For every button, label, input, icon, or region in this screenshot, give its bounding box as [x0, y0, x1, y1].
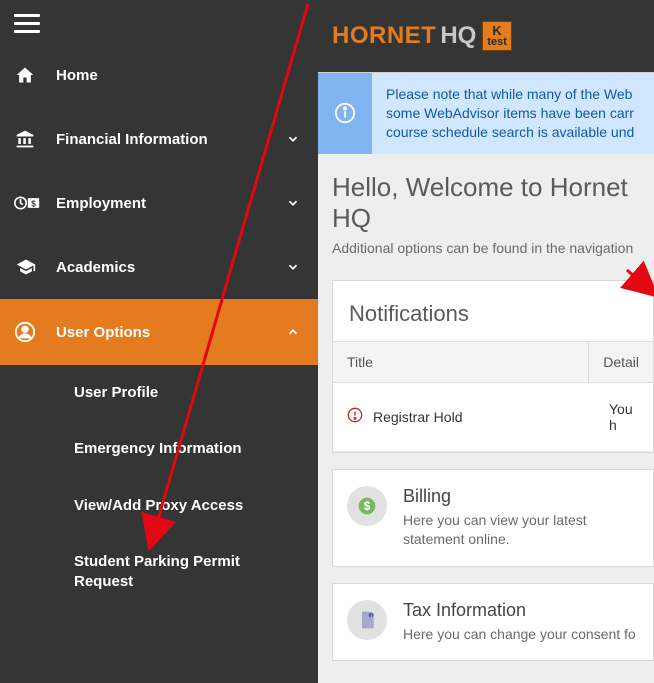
sidebar-sub-parking-permit[interactable]: Student Parking Permit Request	[0, 534, 318, 611]
home-icon	[14, 65, 56, 85]
sidebar-item-label: Academics	[56, 259, 286, 276]
sidebar-item-user-options[interactable]: User Options	[0, 299, 318, 365]
notifications-heading: Notifications	[333, 281, 653, 341]
page-title: Hello, Welcome to Hornet HQ	[332, 172, 640, 234]
info-banner-text: Please note that while many of the Web s…	[372, 73, 644, 154]
chevron-down-icon	[286, 132, 300, 146]
notification-title: Registrar Hold	[373, 409, 462, 425]
notifications-table-header: Title Detail	[333, 341, 653, 383]
sidebar-item-label: Home	[56, 67, 300, 84]
col-title: Title	[333, 342, 589, 382]
notifications-panel: Notifications Title Detail Registrar Hol…	[332, 280, 654, 453]
sidebar-item-financial[interactable]: Financial Information	[0, 107, 318, 171]
card-tax[interactable]: i Tax Information Here you can change yo…	[332, 583, 654, 662]
svg-text:i: i	[371, 613, 372, 619]
user-circle-icon	[14, 321, 56, 343]
info-banner: Please note that while many of the Web s…	[318, 72, 654, 154]
topbar: HORNET HQ K test	[318, 0, 654, 72]
svg-text:$: $	[31, 199, 36, 208]
brand-part1: HORNET	[332, 22, 436, 50]
brand-part2: HQ	[440, 22, 476, 50]
sidebar-item-label: User Options	[56, 324, 286, 341]
sidebar-item-academics[interactable]: Academics	[0, 235, 318, 299]
chevron-down-icon	[286, 260, 300, 274]
graduation-cap-icon	[14, 257, 56, 277]
sidebar-item-home[interactable]: Home	[0, 43, 318, 107]
sidebar-item-label: Employment	[56, 195, 286, 212]
welcome-block: Hello, Welcome to Hornet HQ Additional o…	[318, 154, 654, 264]
bank-icon	[14, 129, 56, 149]
env-badge: K test	[482, 21, 512, 51]
card-desc: Here you can view your latest statement …	[403, 511, 639, 550]
page-subtitle: Additional options can be found in the n…	[332, 240, 640, 256]
card-title: Tax Information	[403, 600, 636, 621]
brand-logo[interactable]: HORNET HQ K test	[332, 21, 512, 51]
sidebar-sub-proxy-access[interactable]: View/Add Proxy Access	[0, 478, 318, 534]
hamburger-menu[interactable]	[0, 0, 318, 43]
card-billing[interactable]: $ Billing Here you can view your latest …	[332, 469, 654, 567]
clock-money-icon: $	[14, 193, 56, 213]
card-title: Billing	[403, 486, 639, 507]
info-icon	[318, 73, 372, 154]
sidebar-sub-emergency-info[interactable]: Emergency Information	[0, 421, 318, 477]
dollar-circle-icon: $	[347, 486, 387, 526]
main-content: HORNET HQ K test Please note that while …	[318, 0, 654, 683]
sidebar: Home Financial Information $ Employment	[0, 0, 318, 683]
sidebar-item-label: Financial Information	[56, 131, 286, 148]
document-icon: i	[347, 600, 387, 640]
svg-text:$: $	[364, 500, 371, 513]
chevron-down-icon	[286, 196, 300, 210]
hamburger-icon	[14, 22, 40, 25]
alert-icon	[347, 407, 363, 426]
col-detail: Detail	[589, 342, 653, 382]
sidebar-sub-user-profile[interactable]: User Profile	[0, 365, 318, 421]
notification-detail: You h	[595, 383, 653, 451]
sidebar-item-employment[interactable]: $ Employment	[0, 171, 318, 235]
table-row[interactable]: Registrar Hold You h	[333, 383, 653, 452]
chevron-up-icon	[286, 325, 300, 339]
card-desc: Here you can change your consent fo	[403, 625, 636, 645]
